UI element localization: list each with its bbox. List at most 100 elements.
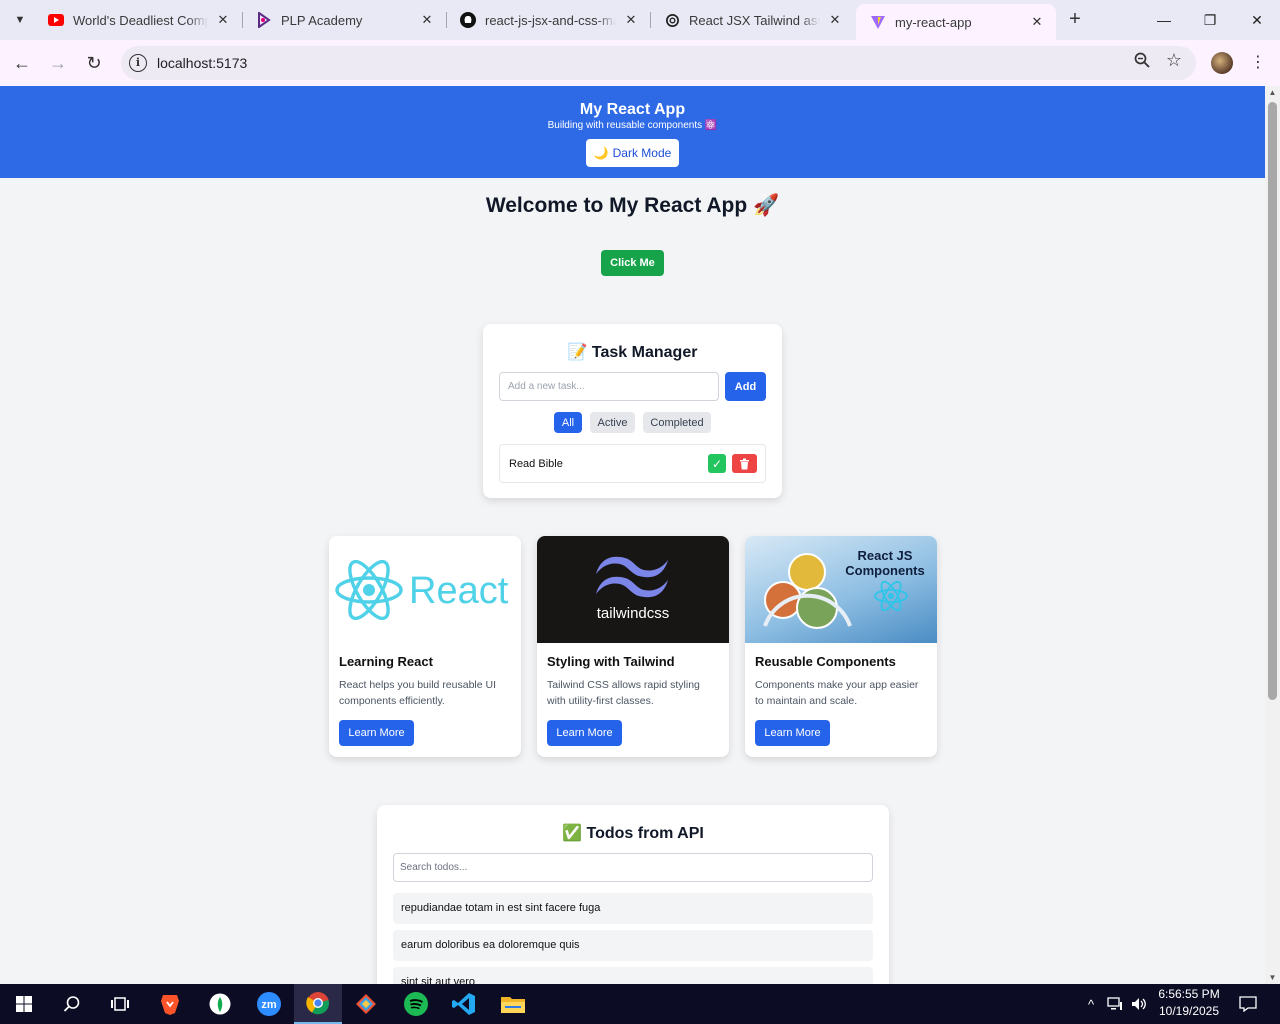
chrome-icon[interactable]	[294, 984, 342, 1024]
clock-time: 6:56:55 PM	[1158, 987, 1220, 1001]
learn-more-button[interactable]: Learn More	[547, 720, 622, 746]
minimize-button[interactable]: —	[1141, 0, 1187, 40]
vscode-icon[interactable]	[440, 984, 488, 1024]
taskbar-clock[interactable]: 6:56:55 PM 10/19/2025	[1146, 986, 1232, 1020]
site-info-icon[interactable]: i	[129, 54, 147, 72]
react-logo-image: React	[329, 536, 521, 643]
url-text[interactable]: localhost:5173	[157, 55, 247, 71]
github-icon	[460, 12, 476, 28]
learn-more-button[interactable]: Learn More	[339, 720, 414, 746]
svg-text:zm: zm	[261, 999, 277, 1011]
filter-all-button[interactable]: All	[554, 412, 582, 433]
task-manager-title: 📝 Task Manager	[567, 344, 698, 361]
tab-github[interactable]: react-js-jsx-and-css-mast ✕	[446, 0, 650, 40]
page-scrollbar[interactable]: ▲ ▼	[1265, 86, 1280, 984]
task-text: Read Bible	[509, 458, 563, 470]
back-button[interactable]: ←	[7, 48, 37, 78]
todos-api-card: ✅ Todos from API Search todos... repudia…	[377, 805, 889, 984]
app-header: My React App Building with reusable comp…	[0, 86, 1265, 178]
profile-avatar[interactable]	[1211, 52, 1233, 74]
trash-icon	[740, 458, 749, 469]
restore-button[interactable]: ❐	[1187, 0, 1233, 40]
feature-card-components: React JS Components Reusable Components …	[745, 536, 937, 757]
todos-title: ✅ Todos from API	[562, 825, 704, 842]
tab-title: PLP Academy	[281, 12, 363, 28]
complete-task-button[interactable]: ✓	[708, 454, 726, 473]
feature-card-text: React helps you build reusable UI compon…	[339, 679, 497, 707]
app-subtitle: Building with reusable components ⚛️	[547, 120, 718, 131]
zoom-icon[interactable]	[1134, 52, 1150, 73]
feature-card-text: Components make your app easier to maint…	[755, 679, 919, 707]
tab-title: my-react-app	[895, 14, 972, 30]
tab-youtube[interactable]: World's Deadliest Compu ✕	[34, 0, 242, 40]
feature-card-react: React Learning React React helps you bui…	[329, 536, 521, 757]
tailwind-logo-image: tailwindcss	[537, 536, 729, 643]
task-manager-card: 📝 Task Manager Add a new task... Add All…	[483, 324, 782, 498]
close-tab-icon[interactable]: ✕	[826, 11, 844, 29]
welcome-heading: Welcome to My React App 🚀	[485, 194, 780, 217]
reload-button[interactable]: ↻	[79, 48, 109, 78]
clock-date: 10/19/2025	[1158, 1004, 1220, 1018]
todo-search-input[interactable]: Search todos...	[393, 853, 873, 882]
scrollbar-thumb[interactable]	[1268, 102, 1277, 700]
tab-plp-academy[interactable]: PLP Academy ✕	[242, 0, 446, 40]
file-explorer-icon[interactable]	[489, 984, 537, 1024]
close-tab-icon[interactable]: ✕	[418, 11, 436, 29]
dark-mode-button[interactable]: 🌙 Dark Mode	[586, 139, 679, 167]
chatgpt-icon	[664, 12, 680, 28]
learn-more-button[interactable]: Learn More	[755, 720, 830, 746]
windows-start-icon[interactable]	[0, 984, 48, 1024]
browser-toolbar: ← → ↻ i localhost:5173 ☆	[0, 40, 1280, 86]
delete-task-button[interactable]	[732, 454, 757, 473]
youtube-icon	[48, 12, 64, 28]
brave-browser-icon[interactable]	[146, 984, 194, 1024]
mongodb-compass-icon[interactable]	[196, 984, 244, 1024]
scroll-down-icon[interactable]: ▼	[1268, 973, 1277, 982]
show-hidden-icons-icon[interactable]: ^	[1082, 984, 1100, 1024]
address-bar[interactable]: i localhost:5173 ☆	[121, 46, 1196, 80]
filter-completed-button[interactable]: Completed	[643, 412, 711, 433]
tab-search-button[interactable]: ▼	[8, 8, 32, 32]
app-title: My React App	[579, 101, 686, 118]
browser-menu-icon[interactable]: ⋮	[1250, 52, 1266, 74]
close-tab-icon[interactable]: ✕	[1028, 13, 1046, 31]
tab-title: React JSX Tailwind assign	[689, 12, 820, 28]
add-task-button[interactable]: Add	[725, 372, 766, 401]
tab-title: react-js-jsx-and-css-mast	[485, 12, 616, 28]
tab-chatgpt[interactable]: React JSX Tailwind assign ✕	[650, 0, 854, 40]
git-kraken-icon[interactable]	[342, 984, 390, 1024]
tab-my-react-app[interactable]: my-react-app ✕	[856, 4, 1056, 40]
scroll-up-icon[interactable]: ▲	[1268, 88, 1277, 97]
search-icon[interactable]	[48, 984, 96, 1024]
dark-mode-label: Dark Mode	[612, 146, 672, 160]
task-item: Read Bible ✓	[499, 444, 766, 483]
components-illustration: React JS Components	[745, 536, 937, 643]
spotify-icon[interactable]	[392, 984, 440, 1024]
close-window-button[interactable]: ✕	[1234, 0, 1280, 40]
close-tab-icon[interactable]: ✕	[214, 11, 232, 29]
check-icon: ✓	[711, 456, 723, 471]
todo-item: earum doloribus ea doloremque quis	[393, 930, 873, 961]
browser-tab-bar: ▼ World's Deadliest Compu ✕ PLP Academy …	[0, 0, 1280, 40]
bookmark-star-icon[interactable]: ☆	[1166, 50, 1182, 71]
close-tab-icon[interactable]: ✕	[622, 11, 640, 29]
notifications-icon[interactable]	[1236, 984, 1260, 1024]
feature-card-title: Styling with Tailwind	[547, 654, 675, 669]
new-task-input[interactable]: Add a new task...	[499, 372, 719, 401]
feature-card-text: Tailwind CSS allows rapid styling with u…	[547, 679, 700, 707]
todo-item: repudiandae totam in est sint facere fug…	[393, 893, 873, 924]
new-tab-button[interactable]: +	[1064, 9, 1086, 31]
todo-item: sint sit aut vero	[393, 967, 873, 984]
tailwind-logo-text: tailwindcss	[597, 605, 670, 622]
click-me-button[interactable]: Click Me	[601, 250, 664, 276]
filter-active-button[interactable]: Active	[590, 412, 635, 433]
task-view-icon[interactable]	[96, 984, 144, 1024]
components-image-title-1: React JS	[858, 548, 913, 563]
feature-card-tailwind: tailwindcss Styling with Tailwind Tailwi…	[537, 536, 729, 757]
moon-icon: 🌙	[593, 146, 609, 160]
forward-button[interactable]: →	[43, 48, 73, 78]
feature-card-title: Reusable Components	[755, 654, 896, 669]
tab-title: World's Deadliest Compu	[73, 12, 208, 28]
network-icon[interactable]	[1104, 984, 1126, 1024]
zoom-app-icon[interactable]: zm	[245, 984, 293, 1024]
